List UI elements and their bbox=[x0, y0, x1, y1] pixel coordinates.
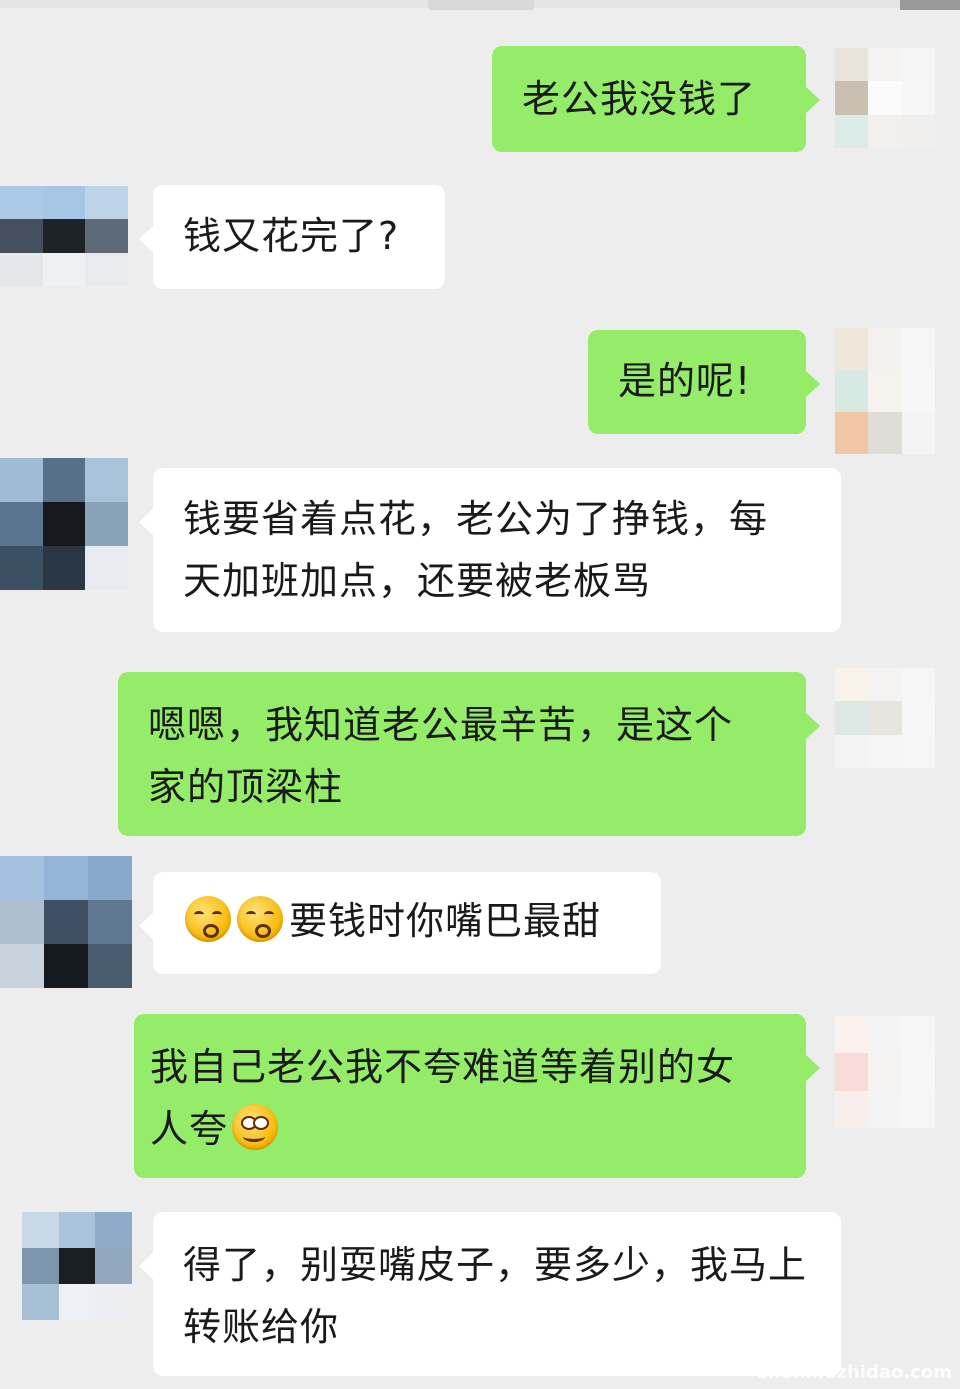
message-text: 是的呢! bbox=[618, 359, 752, 403]
smirk-face-icon bbox=[232, 1104, 279, 1150]
message-text-line-1: 得了，别耍嘴皮子，要多少，我马上 bbox=[183, 1243, 808, 1287]
kiss-face-icon bbox=[237, 896, 283, 942]
avatar-contact[interactable] bbox=[0, 458, 128, 590]
message-text-line-1: 嗯嗯，我知道老公最辛苦，是这个 bbox=[148, 703, 734, 747]
message-text-line-2: 转账给你 bbox=[183, 1305, 340, 1349]
message-text: 钱又花完了? bbox=[183, 214, 400, 258]
message-bubble-received[interactable]: 要钱时你嘴巴最甜 bbox=[139, 872, 661, 974]
avatar-contact[interactable] bbox=[22, 1212, 132, 1320]
message-bubble-received[interactable]: 钱又花完了? bbox=[139, 185, 445, 289]
avatar-self[interactable] bbox=[835, 48, 935, 148]
message-text-line-1: 我自己老公我不夸难道等着别的女 bbox=[150, 1045, 736, 1089]
message-bubble-sent[interactable]: 老公我没钱了 bbox=[492, 46, 820, 152]
message-bubble-sent[interactable]: 是的呢! bbox=[588, 330, 820, 434]
message-bubble-received[interactable]: 得了，别耍嘴皮子，要多少，我马上 转账给你 bbox=[139, 1212, 841, 1376]
message-text: 人夸 bbox=[150, 1107, 229, 1151]
watermark: shenmezhidao.com bbox=[756, 1362, 952, 1383]
avatar-contact[interactable] bbox=[0, 856, 132, 988]
avatar-self[interactable] bbox=[835, 328, 935, 454]
message-text-line-2: 家的顶梁柱 bbox=[148, 765, 344, 809]
message-text: 要钱时你嘴巴最甜 bbox=[289, 899, 602, 943]
avatar-contact[interactable] bbox=[0, 186, 128, 286]
avatar-self[interactable] bbox=[835, 668, 935, 768]
message-text-line-1: 钱要省着点花，老公为了挣钱，每 bbox=[183, 497, 769, 541]
message-text: 老公我没钱了 bbox=[522, 77, 757, 121]
message-bubble-received[interactable]: 钱要省着点花，老公为了挣钱，每 天加班加点，还要被老板骂 bbox=[139, 468, 841, 632]
status-bar-strip bbox=[0, 0, 960, 10]
message-bubble-sent[interactable]: 嗯嗯，我知道老公最辛苦，是这个 家的顶梁柱 bbox=[118, 672, 820, 836]
kiss-face-icon bbox=[185, 896, 231, 942]
message-text-line-2: 天加班加点，还要被老板骂 bbox=[183, 559, 652, 603]
avatar-self[interactable] bbox=[835, 1016, 935, 1128]
status-bar-mark bbox=[428, 0, 534, 10]
status-bar-corner bbox=[900, 0, 960, 10]
message-bubble-sent[interactable]: 我自己老公我不夸难道等着别的女 人夸 bbox=[134, 1014, 820, 1178]
message-text-line-2: 人夸 bbox=[150, 1098, 806, 1160]
